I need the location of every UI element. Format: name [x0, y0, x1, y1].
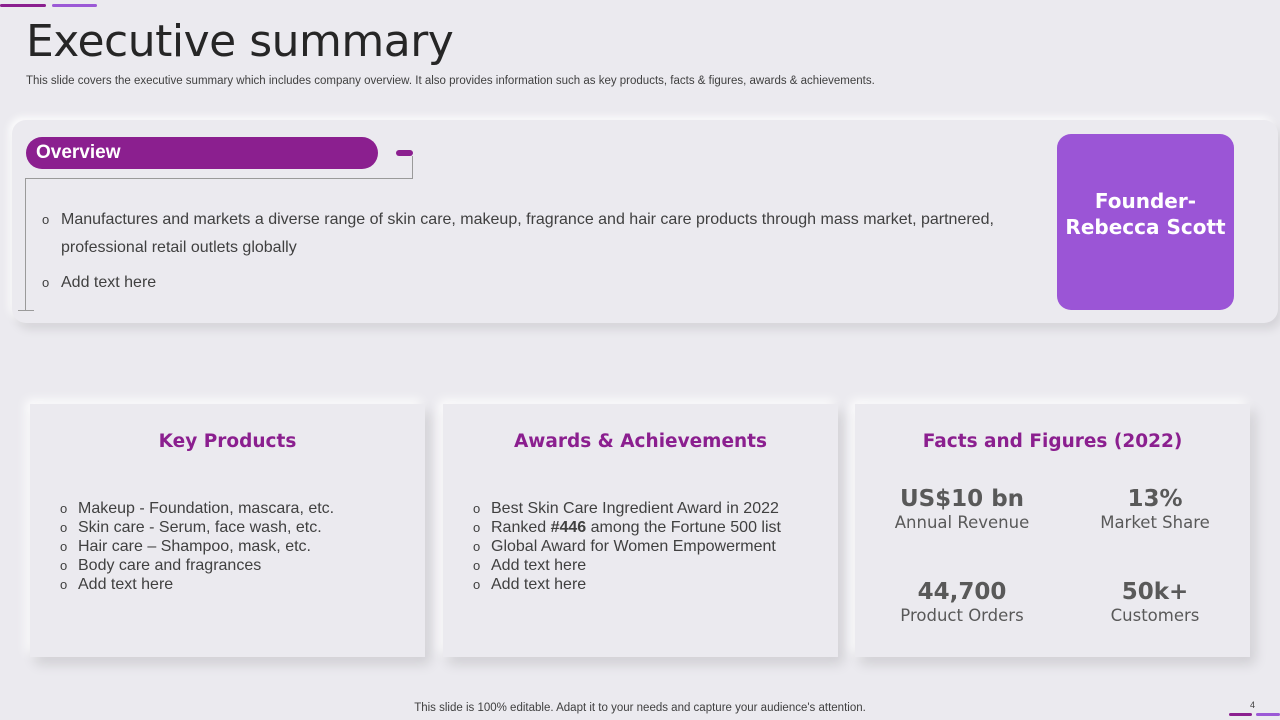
overview-bracket-connector [412, 156, 413, 178]
list-item-text: Add text here [491, 557, 587, 574]
founder-box: Founder- Rebecca Scott [1057, 134, 1234, 310]
page-number: 4 [1250, 700, 1256, 710]
overview-item: o Add text here [42, 269, 1002, 297]
stat-label: Annual Revenue [894, 513, 1030, 532]
stat-value: 50k+ [1121, 579, 1189, 605]
list-item: o Ranked #446 among the Fortune 500 list [473, 518, 781, 537]
hollow-circle-bullet-icon: o [60, 501, 68, 516]
stat-label: Customers [1110, 606, 1200, 625]
stat-value: 13% [1127, 486, 1183, 512]
awards-card: Awards & Achievements o Best Skin Care In… [443, 404, 838, 657]
hollow-circle-bullet-icon: o [42, 275, 50, 290]
bottom-accent-bar-left [1229, 713, 1252, 716]
stat-product-orders: 44,700 Product Orders [867, 578, 1057, 626]
overview-bracket-foot [18, 310, 34, 311]
overview-bracket-side [25, 178, 26, 310]
facts-card: Facts and Figures (2022) US$10 bn Annual… [855, 404, 1250, 657]
list-item-text: Best Skin Care Ingredient Award in 2022 [491, 500, 779, 517]
page-title: Executive summary [26, 16, 454, 67]
list-item: o Add text here [473, 575, 781, 594]
list-item: o Add text here [473, 556, 781, 575]
hollow-circle-bullet-icon: o [473, 501, 481, 516]
stat-customers: 50k+ Customers [1060, 578, 1250, 626]
list-item-text: Add text here [491, 576, 587, 593]
awards-title: Awards & Achievements [513, 431, 768, 452]
bottom-accent-bar-right [1256, 713, 1280, 716]
overview-list: o Manufactures and markets a diverse ran… [42, 206, 1002, 304]
overview-bracket-line [25, 178, 413, 179]
list-item: o Best Skin Care Ingredient Award in 2022 [473, 499, 781, 518]
key-products-card: Key Products o Makeup - Foundation, masca… [30, 404, 425, 657]
list-item: o Skin care - Serum, face wash, etc. [60, 518, 334, 537]
facts-title: Facts and Figures (2022) [922, 431, 1183, 452]
list-item: o Add text here [60, 575, 334, 594]
overview-item: o Manufactures and markets a diverse ran… [42, 206, 1002, 262]
top-accent-bar-left [0, 4, 46, 7]
overview-item-text: Add text here [61, 274, 157, 291]
hollow-circle-bullet-icon: o [473, 539, 481, 554]
footer-note: This slide is 100% editable. Adapt it to… [414, 702, 866, 714]
hollow-circle-bullet-icon: o [60, 539, 68, 554]
hollow-circle-bullet-icon: o [60, 558, 68, 573]
hollow-circle-bullet-icon: o [473, 558, 481, 573]
hollow-circle-bullet-icon: o [60, 577, 68, 592]
list-item-text: Body care and fragrances [78, 557, 262, 574]
stat-label: Market Share [1100, 513, 1210, 532]
list-item-text: Hair care – Shampoo, mask, etc. [78, 538, 311, 555]
overview-heading: Overview [26, 137, 378, 169]
list-item: o Global Award for Women Empowerment [473, 537, 781, 556]
rank-highlight: #446 [550, 519, 587, 536]
list-item-text: Global Award for Women Empowerment [491, 538, 776, 555]
list-item-text: among the Fortune 500 list [586, 519, 781, 536]
page-subtitle: This slide covers the executive summary … [26, 75, 875, 87]
list-item-text: Add text here [78, 576, 174, 593]
key-products-title: Key Products [158, 431, 297, 452]
stat-annual-revenue: US$10 bn Annual Revenue [867, 485, 1057, 533]
founder-text: Founder- Rebecca Scott [1065, 189, 1226, 239]
stat-label: Product Orders [900, 606, 1024, 625]
stat-market-share: 13% Market Share [1060, 485, 1250, 533]
hollow-circle-bullet-icon: o [42, 212, 50, 227]
stat-value: 44,700 [917, 579, 1007, 605]
hollow-circle-bullet-icon: o [473, 520, 481, 535]
overview-dash-decoration [396, 150, 413, 156]
list-item: o Body care and fragrances [60, 556, 334, 575]
awards-list: o Best Skin Care Ingredient Award in 2022… [473, 499, 781, 594]
stat-value: US$10 bn [899, 486, 1025, 512]
list-item-text: Ranked [491, 519, 551, 536]
list-item: o Makeup - Foundation, mascara, etc. [60, 499, 334, 518]
list-item-text: Skin care - Serum, face wash, etc. [78, 519, 322, 536]
key-products-list: o Makeup - Foundation, mascara, etc. o Ski… [60, 499, 334, 594]
overview-item-text: Manufactures and markets a diverse range… [61, 211, 994, 256]
hollow-circle-bullet-icon: o [60, 520, 68, 535]
list-item: o Hair care – Shampoo, mask, etc. [60, 537, 334, 556]
top-accent-bar-right [52, 4, 97, 7]
list-item-text: Makeup - Foundation, mascara, etc. [78, 500, 335, 517]
hollow-circle-bullet-icon: o [473, 577, 481, 592]
